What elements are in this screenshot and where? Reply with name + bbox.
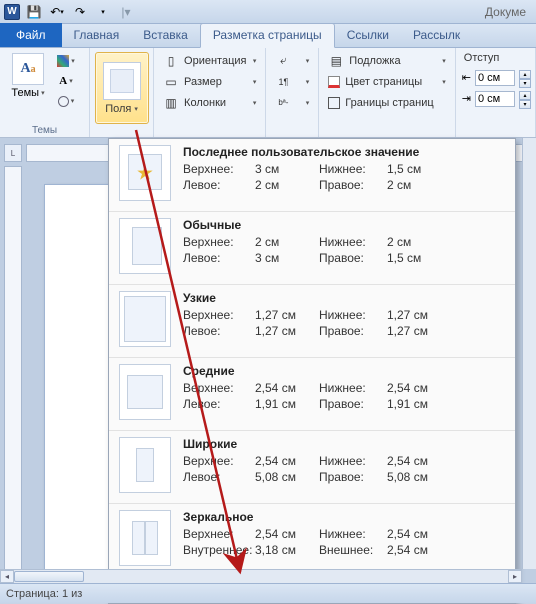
watermark-button[interactable]: ▤Подложка▾ [325,50,448,71]
window-title: Докуме [485,5,526,19]
margins-button[interactable]: Поля▾ [95,52,149,124]
margin-preset-title: Средние [183,364,505,378]
margin-preset-narrow[interactable]: Узкие Верхнее:1,27 смНижнее:1,27 смЛевое:… [109,285,515,358]
margin-preset-icon [119,218,171,274]
page-borders-icon [328,97,340,109]
scroll-thumb[interactable] [14,571,84,582]
tab-mailings[interactable]: Рассылк [401,24,472,47]
quick-access-toolbar: 💾 ↶▾ ↷ ▾ |▾ [24,3,136,21]
indent-right-spinner[interactable]: ▴▾ [519,91,531,107]
margin-preset-values: Верхнее:2 смНижнее:2 смЛевое:3 смПравое:… [183,235,505,265]
themes-icon: Aa [12,53,44,85]
margin-preset-values: Верхнее:2,54 смНижнее:2,54 смЛевое:5,08 … [183,454,505,484]
ruler-corner[interactable]: L [4,144,22,162]
group-themes: Aa Темы▾ ▾ A▾ ▾ Темы [0,48,90,137]
undo-icon[interactable]: ↶▾ [47,3,67,21]
line-numbers-icon: 1¶ [275,74,291,90]
group-page-setup-margins: Поля▾ [90,48,154,137]
status-page: Страница: 1 из [6,588,82,600]
margin-preset-moderate[interactable]: Средние Верхнее:2,54 смНижнее:2,54 смЛево… [109,358,515,431]
tab-insert[interactable]: Вставка [131,24,200,47]
ribbon-tabs: Файл Главная Вставка Разметка страницы С… [0,24,536,48]
page-color-button[interactable]: Цвет страницы▾ [325,71,448,92]
group-paragraph: Отступ ⇤ ▴▾ ⇥ ▴▾ [456,48,536,137]
indent-right-icon: ⇥ [462,92,471,105]
theme-fonts-button[interactable]: A▾ [54,72,78,90]
size-button[interactable]: ▭Размер▾ [160,71,259,92]
ribbon: Aa Темы▾ ▾ A▾ ▾ Темы Поля▾ ▯Ориентация▾ … [0,48,536,138]
margin-preset-last[interactable]: ★ Последнее пользовательское значение Верх… [109,139,515,212]
scroll-right-arrow[interactable]: ▸ [508,570,522,583]
margin-preset-values: Верхнее:3 смНижнее:1,5 смЛевое:2 смПраво… [183,162,505,192]
margin-preset-wide[interactable]: Широкие Верхнее:2,54 смНижнее:2,54 смЛево… [109,431,515,504]
indent-label: Отступ [464,52,531,64]
effects-icon [58,96,69,107]
orientation-icon: ▯ [163,53,179,69]
margin-preset-icon [119,291,171,347]
margins-dropdown-panel: ★ Последнее пользовательское значение Верх… [108,138,516,604]
save-icon[interactable]: 💾 [24,3,44,21]
watermark-icon: ▤ [328,53,344,69]
word-app-icon: W [4,4,20,20]
orientation-button[interactable]: ▯Ориентация▾ [160,50,259,71]
margin-preset-title: Широкие [183,437,505,451]
indent-right-row: ⇥ ▴▾ [462,88,531,109]
colors-icon [57,55,69,67]
hyphenation-button[interactable]: bª‑▾ [272,92,312,113]
page-color-icon [328,76,340,88]
margin-preset-icon [119,437,171,493]
margin-preset-title: Узкие [183,291,505,305]
tab-references[interactable]: Ссылки [335,24,401,47]
margin-preset-mirrored[interactable]: Зеркальное Верхнее:2,54 смНижнее:2,54 смВ… [109,504,515,577]
line-numbers-button[interactable]: 1¶▾ [272,71,312,92]
indent-left-spinner[interactable]: ▴▾ [519,70,531,86]
margins-icon [103,62,141,100]
indent-left-input[interactable] [475,70,515,86]
group-page-background: ▤Подложка▾ Цвет страницы▾ Границы страни… [319,48,455,137]
indent-left-icon: ⇤ [462,71,471,84]
columns-button[interactable]: ▥Колонки▾ [160,92,259,113]
redo-icon[interactable]: ↷ [70,3,90,21]
breaks-icon: ⤶ [275,53,291,69]
columns-icon: ▥ [163,95,179,111]
breaks-button[interactable]: ⤶▾ [272,50,312,71]
group-page-setup-rest: ▯Ориентация▾ ▭Размер▾ ▥Колонки▾ [154,48,266,137]
margin-preset-title: Обычные [183,218,505,232]
indent-left-row: ⇤ ▴▾ [462,67,531,88]
status-bar: Страница: 1 из [0,583,536,603]
qat-separator: |▾ [116,3,136,21]
margin-preset-values: Верхнее:2,54 смНижнее:2,54 смВнутреннее:… [183,527,505,557]
group-breaks: ⤶▾ 1¶▾ bª‑▾ [266,48,319,137]
vertical-ruler[interactable] [4,166,22,575]
theme-colors-button[interactable]: ▾ [54,52,78,70]
tab-file[interactable]: Файл [0,23,62,47]
margin-preset-icon [119,510,171,566]
group-label-themes: Темы [0,125,89,136]
margin-preset-icon: ★ [119,145,171,201]
qat-customize-icon[interactable]: ▾ [93,3,113,21]
tab-home[interactable]: Главная [62,24,132,47]
margin-preset-icon [119,364,171,420]
margin-preset-normal[interactable]: Обычные Верхнее:2 смНижнее:2 смЛевое:3 см… [109,212,515,285]
tab-page-layout[interactable]: Разметка страницы [200,23,335,48]
page-borders-button[interactable]: Границы страниц [325,92,448,113]
margin-preset-title: Последнее пользовательское значение [183,145,505,159]
star-icon: ★ [136,161,154,186]
size-icon: ▭ [163,74,179,90]
theme-effects-button[interactable]: ▾ [54,92,78,110]
margin-preset-values: Верхнее:2,54 смНижнее:2,54 смЛевое:1,91 … [183,381,505,411]
margin-preset-values: Верхнее:1,27 смНижнее:1,27 смЛевое:1,27 … [183,308,505,338]
indent-right-input[interactable] [475,91,515,107]
themes-button[interactable]: Aa Темы▾ [6,50,50,112]
hyphenation-icon: bª‑ [275,95,291,111]
vertical-scrollbar[interactable] [522,138,536,569]
scroll-left-arrow[interactable]: ◂ [0,570,14,583]
title-bar: W 💾 ↶▾ ↷ ▾ |▾ Докуме [0,0,536,24]
horizontal-scrollbar[interactable]: ◂ ▸ [0,569,522,583]
margin-preset-title: Зеркальное [183,510,505,524]
fonts-icon: A [59,75,67,87]
